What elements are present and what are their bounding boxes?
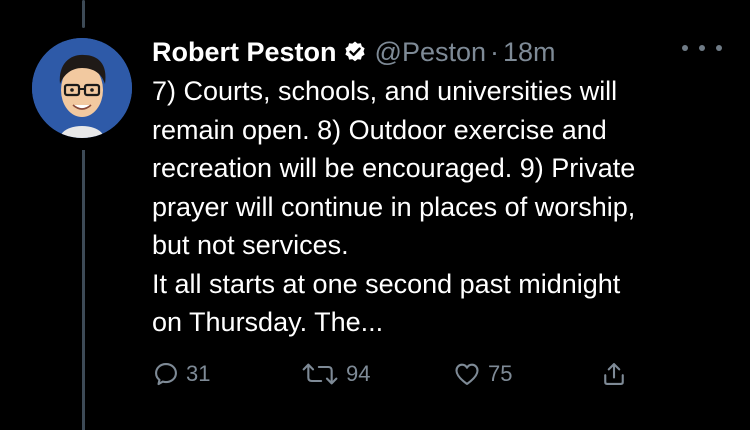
author-handle[interactable]: @Peston: [375, 37, 486, 68]
thread-connector-top: [82, 0, 85, 28]
tweet-actions: 31 94 75: [152, 356, 642, 392]
like-button[interactable]: 75: [452, 360, 512, 388]
share-icon: [604, 363, 624, 385]
reply-button[interactable]: 31: [152, 360, 210, 388]
avatar[interactable]: [32, 38, 132, 138]
timestamp[interactable]: 18m: [503, 37, 556, 68]
separator-dot: ·: [490, 36, 499, 67]
retweet-button[interactable]: 94: [300, 360, 370, 388]
verified-badge-icon: [344, 41, 365, 62]
author-name[interactable]: Robert Peston: [152, 37, 337, 68]
tweet-text: 7) Courts, schools, and universities wil…: [152, 76, 636, 337]
retweet-icon: [302, 363, 338, 385]
tweet[interactable]: Robert Peston @Peston · 18m 7) Courts, s…: [152, 32, 722, 342]
avatar-illustration: [32, 38, 132, 138]
reply-icon: [155, 363, 177, 386]
like-icon: [455, 363, 479, 385]
retweet-count: 94: [346, 361, 371, 386]
tweet-header: Robert Peston @Peston · 18m: [152, 32, 722, 72]
share-button[interactable]: [600, 359, 628, 389]
reply-count: 31: [186, 361, 211, 386]
more-icon[interactable]: [682, 38, 722, 58]
thread-connector-bottom: [82, 150, 85, 430]
like-count: 75: [488, 361, 513, 386]
